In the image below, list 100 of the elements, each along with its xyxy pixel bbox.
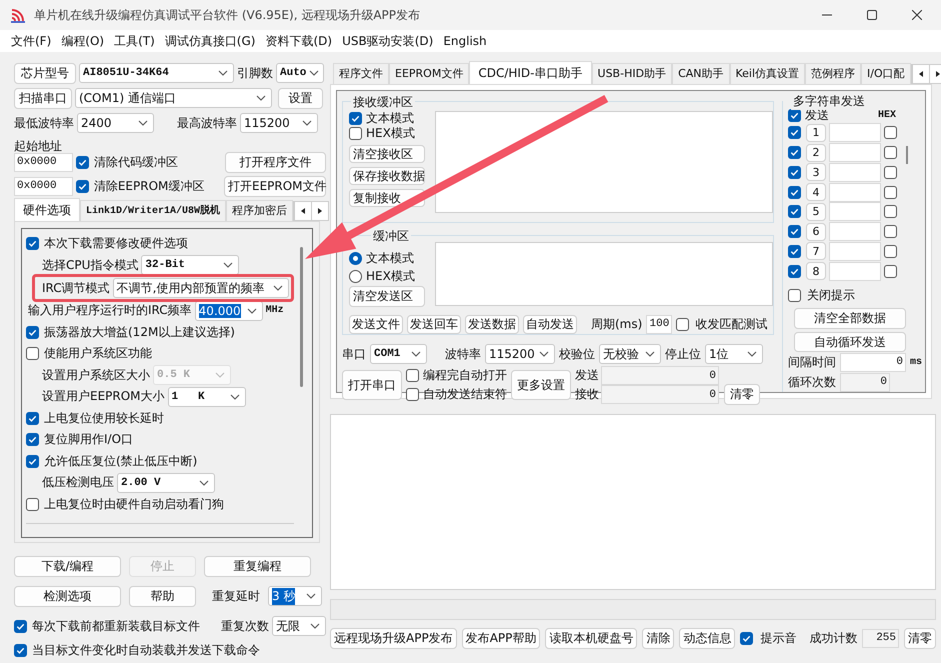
dropdown[interactable]: 115200	[485, 344, 555, 364]
address-field[interactable]: 0x0000	[14, 152, 74, 172]
send-string-button[interactable]: 6	[806, 222, 826, 241]
checkbox[interactable]	[14, 620, 27, 632]
dropdown[interactable]: 40.000	[194, 300, 263, 321]
scrollbar-thumb[interactable]	[300, 247, 303, 387]
dropdown[interactable]: 无校验	[599, 344, 661, 364]
menu-item[interactable]: USB驱动安装(D)	[337, 32, 438, 50]
tab[interactable]: CAN助手	[672, 63, 730, 84]
maximize-icon[interactable]	[867, 10, 877, 20]
string-field[interactable]	[829, 222, 881, 242]
checkbox[interactable]	[26, 454, 39, 468]
dropdown[interactable]: 115200	[240, 113, 318, 133]
checkbox[interactable]	[788, 264, 801, 278]
dropdown[interactable]: 1位	[705, 344, 763, 364]
tab[interactable]: I/O口配	[861, 63, 911, 84]
dropdown[interactable]: 无限	[272, 616, 326, 636]
checkbox[interactable]	[788, 166, 801, 179]
checkbox[interactable]	[349, 112, 362, 125]
string-field[interactable]	[829, 182, 881, 202]
checkbox[interactable]	[884, 146, 897, 160]
checkbox[interactable]	[26, 498, 39, 511]
multi-action-button[interactable]: 清空全部数据	[794, 308, 906, 329]
tab-scroll-arrows[interactable]	[910, 64, 941, 84]
string-field[interactable]	[829, 242, 881, 261]
dropdown[interactable]: 不调节,使用内部预置的频率	[112, 278, 289, 298]
period-field[interactable]: 100	[646, 314, 672, 334]
checkbox[interactable]	[788, 288, 801, 302]
menu-item[interactable]: 工具(T)	[109, 32, 160, 50]
dropdown[interactable]: 32-Bit	[141, 255, 240, 276]
tab[interactable]: Keil仿真设置	[730, 63, 806, 84]
open-file-button[interactable]: 打开程序文件	[225, 152, 326, 172]
close-icon[interactable]	[912, 10, 922, 20]
checkbox[interactable]	[26, 326, 39, 339]
checkbox[interactable]	[788, 205, 801, 218]
send-string-button[interactable]: 3	[806, 163, 826, 182]
menu-item[interactable]: 编程(O)	[56, 32, 110, 50]
dropdown[interactable]: Auto	[276, 63, 324, 83]
action-button[interactable]: 重复编程	[204, 556, 311, 576]
scrollbar-thumb[interactable]	[906, 146, 908, 164]
action-button[interactable]: 帮助	[129, 586, 196, 606]
footer-button[interactable]: 动态信息	[679, 628, 736, 648]
send-string-button[interactable]: 5	[806, 202, 826, 221]
open-port-button[interactable]: 打开串口	[342, 370, 402, 400]
receive-button[interactable]: 清空接收区	[349, 145, 425, 163]
menu-item[interactable]: 调试仿真接口(G)	[160, 32, 260, 50]
chip-model-button[interactable]: 芯片型号	[14, 62, 76, 84]
checkbox[interactable]	[788, 244, 801, 258]
menu-item[interactable]: 文件(F)	[6, 32, 56, 50]
settings-button[interactable]: 设置	[278, 88, 323, 108]
radio-button[interactable]	[349, 252, 362, 264]
tab[interactable]: CDC/HID-串口助手	[469, 61, 592, 84]
tab[interactable]: USB-HID助手	[592, 63, 672, 84]
dropdown[interactable]: 1 K	[168, 386, 246, 407]
clear-send-button[interactable]: 清空发送区	[349, 286, 425, 307]
checkbox[interactable]	[884, 186, 897, 199]
checkbox[interactable]	[406, 369, 419, 382]
checkbox[interactable]	[788, 186, 801, 199]
footer-button[interactable]: 发布APP帮助	[462, 628, 540, 648]
tab[interactable]: 硬件选项	[14, 198, 80, 221]
checkbox[interactable]	[788, 126, 801, 140]
checkbox[interactable]	[884, 264, 897, 278]
dropdown[interactable]: 3 秒	[268, 586, 322, 606]
string-field[interactable]	[829, 143, 881, 162]
send-action-button[interactable]: 发送数据	[465, 314, 519, 334]
send-string-button[interactable]: 1	[806, 124, 826, 142]
footer-button[interactable]: 远程现场升级APP发布	[330, 628, 457, 648]
dropdown[interactable]: 2.00 V	[117, 472, 215, 493]
checkbox[interactable]	[884, 166, 897, 179]
checkbox[interactable]	[26, 433, 39, 446]
action-button[interactable]: 下载/编程	[14, 556, 121, 576]
send-string-button[interactable]: 7	[806, 242, 826, 260]
tab[interactable]: Link1D/Writer1A/U8W脱机	[80, 200, 226, 221]
dropdown[interactable]: AI8051U-34K64	[79, 63, 234, 83]
dropdown[interactable]: 2400	[77, 113, 154, 133]
send-action-button[interactable]: 自动发送	[523, 314, 577, 334]
tab[interactable]: 程序加密后	[226, 200, 294, 221]
checkbox[interactable]	[406, 388, 419, 401]
receive-text-area[interactable]	[435, 111, 773, 213]
footer-button[interactable]: 读取本机硬盘号	[545, 628, 638, 648]
footer-button[interactable]: 清除	[642, 628, 674, 648]
action-button[interactable]: 检测选项	[14, 586, 121, 606]
tab[interactable]: 范例程序	[805, 63, 862, 84]
interval-field[interactable]: 0	[840, 352, 906, 372]
tab-scroll-arrows[interactable]	[293, 201, 330, 221]
checkbox[interactable]	[884, 126, 897, 140]
string-field[interactable]	[829, 262, 881, 281]
tab[interactable]: 程序文件	[333, 63, 389, 84]
menu-item[interactable]: English	[438, 34, 492, 48]
checkbox[interactable]	[26, 412, 39, 425]
clear-count-button[interactable]: 清零	[904, 628, 936, 648]
dropdown[interactable]: (COM1) 通信端口	[75, 88, 272, 108]
open-file-button[interactable]: 打开EEPROM文件	[224, 176, 326, 196]
send-action-button[interactable]: 发送文件	[349, 314, 403, 334]
checkbox[interactable]	[349, 127, 362, 140]
checkbox[interactable]	[14, 644, 27, 656]
checkbox[interactable]	[884, 225, 897, 238]
checkbox[interactable]	[76, 156, 90, 168]
clear-counts-button[interactable]: 清零	[724, 384, 760, 405]
scan-port-button[interactable]: 扫描串口	[14, 88, 72, 108]
